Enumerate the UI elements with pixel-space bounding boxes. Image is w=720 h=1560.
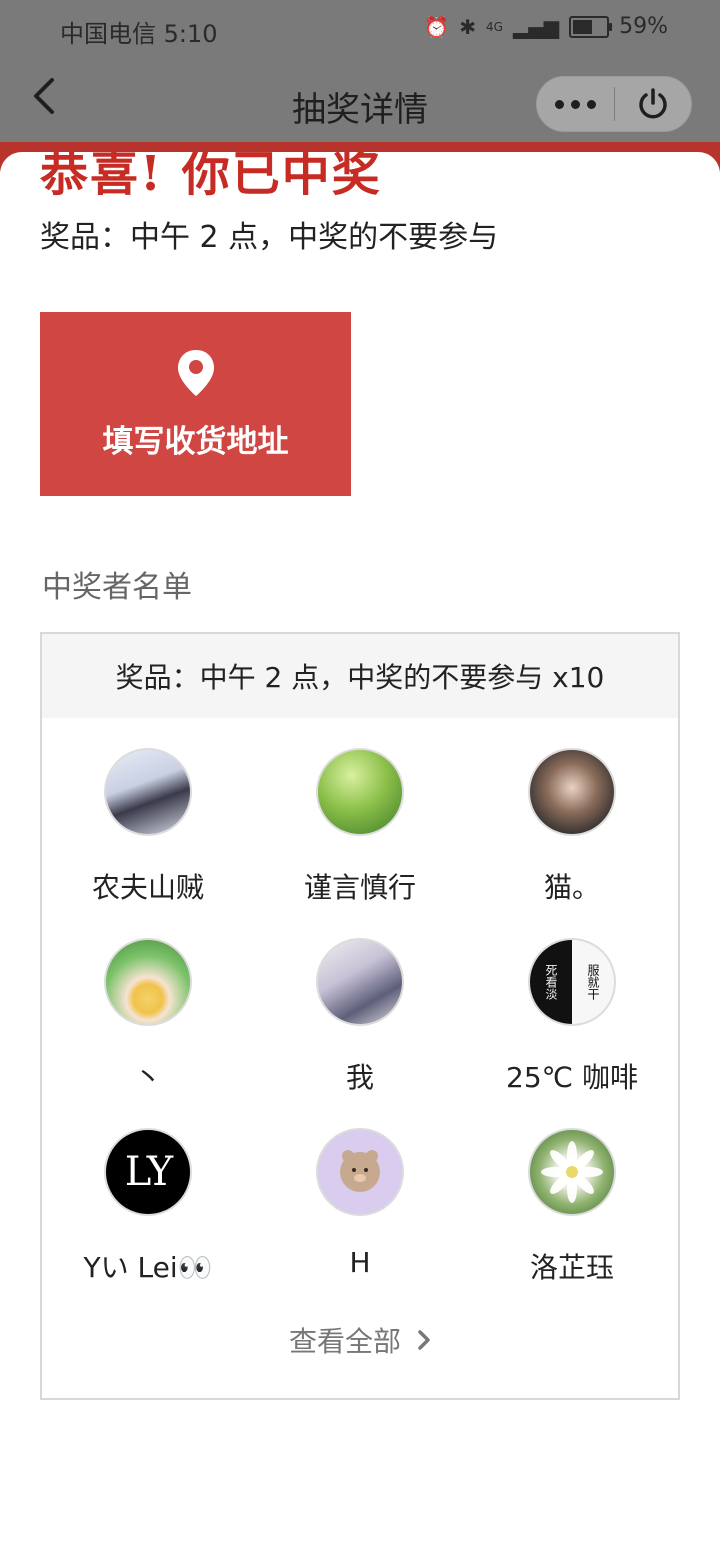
- winners-grid: 农夫山贼 谨言慎行 猫。 丶 我 死看淡 服就干 25℃ 咖啡 LY Yい Le…: [42, 718, 678, 1318]
- avatar: [104, 748, 192, 836]
- more-dot: [571, 99, 580, 109]
- winner-item[interactable]: H: [254, 1128, 466, 1318]
- status-icons: ⏰ ✱ 4G ▂▄▆ 59%: [424, 14, 668, 39]
- winner-item[interactable]: 猫。: [466, 748, 678, 938]
- bluetooth-icon: ✱: [459, 14, 476, 39]
- winner-name: 农夫山贼: [91, 871, 204, 904]
- close-button[interactable]: [615, 76, 691, 132]
- winner-name: 谨言慎行: [303, 871, 416, 904]
- chevron-right-icon: [418, 1330, 430, 1350]
- winner-name: 丶: [133, 1061, 162, 1094]
- more-dot: [587, 99, 596, 109]
- avatar: [316, 1128, 404, 1216]
- winner-item[interactable]: LY Yい Lei👀: [42, 1128, 254, 1318]
- avatar: 死看淡 服就干: [528, 938, 616, 1026]
- winner-item[interactable]: 农夫山贼: [42, 748, 254, 938]
- more-dots-icon: [555, 99, 564, 109]
- mini-program-capsule: [536, 76, 692, 132]
- winners-heading: 中奖者名单: [42, 570, 192, 605]
- nav-bar: 抽奖详情: [0, 56, 720, 146]
- battery-level: [573, 19, 592, 34]
- winner-item[interactable]: 我: [254, 938, 466, 1128]
- view-all-label: 查看全部: [288, 1325, 401, 1358]
- fill-address-label: 填写收货地址: [102, 423, 289, 460]
- winners-card: 奖品：中午 2 点，中奖的不要参与 x10 农夫山贼 谨言慎行 猫。 丶 我 死…: [40, 632, 680, 1400]
- signal-icon: ▂▄▆: [512, 14, 560, 39]
- winner-item[interactable]: 洛芷珏: [466, 1128, 678, 1318]
- bear-avatar-illustration: [340, 1150, 380, 1192]
- fill-address-button[interactable]: 填写收货地址: [40, 312, 351, 496]
- avatar: LY: [104, 1128, 192, 1216]
- winner-item[interactable]: 丶: [42, 938, 254, 1128]
- winner-name: 我: [345, 1061, 374, 1094]
- avatar: [104, 938, 192, 1026]
- network-label: 4G: [486, 19, 503, 34]
- avatar: [316, 748, 404, 836]
- view-all-link[interactable]: 查看全部: [42, 1320, 678, 1360]
- avatar: [528, 1128, 616, 1216]
- battery-percent: 59%: [619, 14, 668, 39]
- avatar-text-left: 死看淡: [544, 964, 558, 1000]
- winner-name: Yい Lei👀: [83, 1251, 213, 1284]
- winner-name: H: [349, 1246, 371, 1279]
- carrier-time: 中国电信 5:10: [60, 20, 218, 48]
- winner-name: 25℃ 咖啡: [506, 1061, 638, 1094]
- avatar: [528, 748, 616, 836]
- status-bar: 中国电信 5:10 ⏰ ✱ 4G ▂▄▆ 59%: [0, 0, 720, 56]
- winners-card-header: 奖品：中午 2 点，中奖的不要参与 x10: [42, 634, 678, 718]
- avatar-text: 死看淡 服就干: [530, 940, 614, 1024]
- winner-name: 洛芷珏: [529, 1251, 614, 1284]
- avatar-text-right: 服就干: [586, 964, 600, 1000]
- winner-item[interactable]: 谨言慎行: [254, 748, 466, 938]
- flower-avatar-illustration: [541, 1141, 603, 1203]
- prize-description: 奖品：中午 2 点，中奖的不要参与: [40, 220, 499, 255]
- battery-icon: [569, 15, 613, 38]
- avatar: [316, 938, 404, 1026]
- more-button[interactable]: [537, 76, 614, 132]
- winner-name: 猫。: [543, 871, 600, 904]
- alarm-icon: ⏰: [424, 14, 450, 39]
- power-icon: [639, 88, 667, 119]
- lottery-detail-sheet: 恭喜! 你已中奖 奖品：中午 2 点，中奖的不要参与 填写收货地址 中奖者名单 …: [0, 152, 720, 1560]
- congrats-heading: 恭喜! 你已中奖: [40, 152, 382, 202]
- avatar-monogram: LY: [124, 1149, 173, 1195]
- winner-item[interactable]: 死看淡 服就干 25℃ 咖啡: [466, 938, 678, 1128]
- location-pin-icon: [177, 349, 214, 396]
